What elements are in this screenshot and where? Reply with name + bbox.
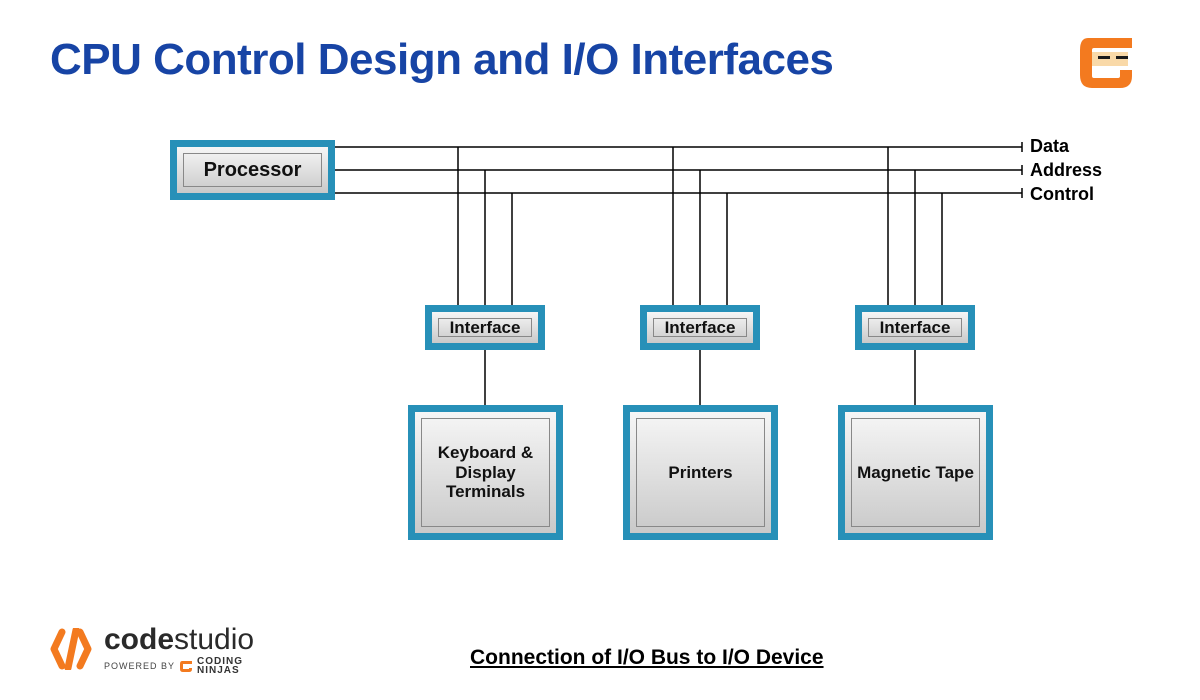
device-box-keyboard-terminals: Keyboard & Display Terminals	[408, 405, 563, 540]
codestudio-icon	[50, 628, 98, 670]
device-box-magnetic-tape: Magnetic Tape	[838, 405, 993, 540]
device-label-2: Printers	[636, 418, 765, 527]
bus-label-data: Data	[1030, 136, 1069, 157]
device-label-1: Keyboard & Display Terminals	[421, 418, 550, 527]
diagram-caption: Connection of I/O Bus to I/O Device	[470, 646, 824, 670]
processor-label: Processor	[183, 153, 322, 187]
interface-box-3: Interface	[855, 305, 975, 350]
bus-label-address: Address	[1030, 160, 1102, 181]
processor-box: Processor	[170, 140, 335, 200]
io-bus-diagram: Processor Data Address Control Interface…	[160, 130, 1090, 550]
powered-by-label: POWERED BY CODING NINJAS	[104, 657, 254, 675]
coding-ninjas-mini-icon	[179, 659, 193, 673]
bus-label-control: Control	[1030, 184, 1094, 205]
interface-box-2: Interface	[640, 305, 760, 350]
interface-label-3: Interface	[868, 318, 962, 337]
interface-box-1: Interface	[425, 305, 545, 350]
interface-label-2: Interface	[653, 318, 747, 337]
interface-label-1: Interface	[438, 318, 532, 337]
coding-ninjas-logo-icon	[1070, 30, 1140, 95]
device-label-3: Magnetic Tape	[851, 418, 980, 527]
codestudio-wordmark: codestudio	[104, 623, 254, 657]
page-title: CPU Control Design and I/O Interfaces	[50, 35, 833, 85]
codestudio-logo: codestudio POWERED BY CODING NINJAS	[50, 623, 254, 675]
device-box-printers: Printers	[623, 405, 778, 540]
